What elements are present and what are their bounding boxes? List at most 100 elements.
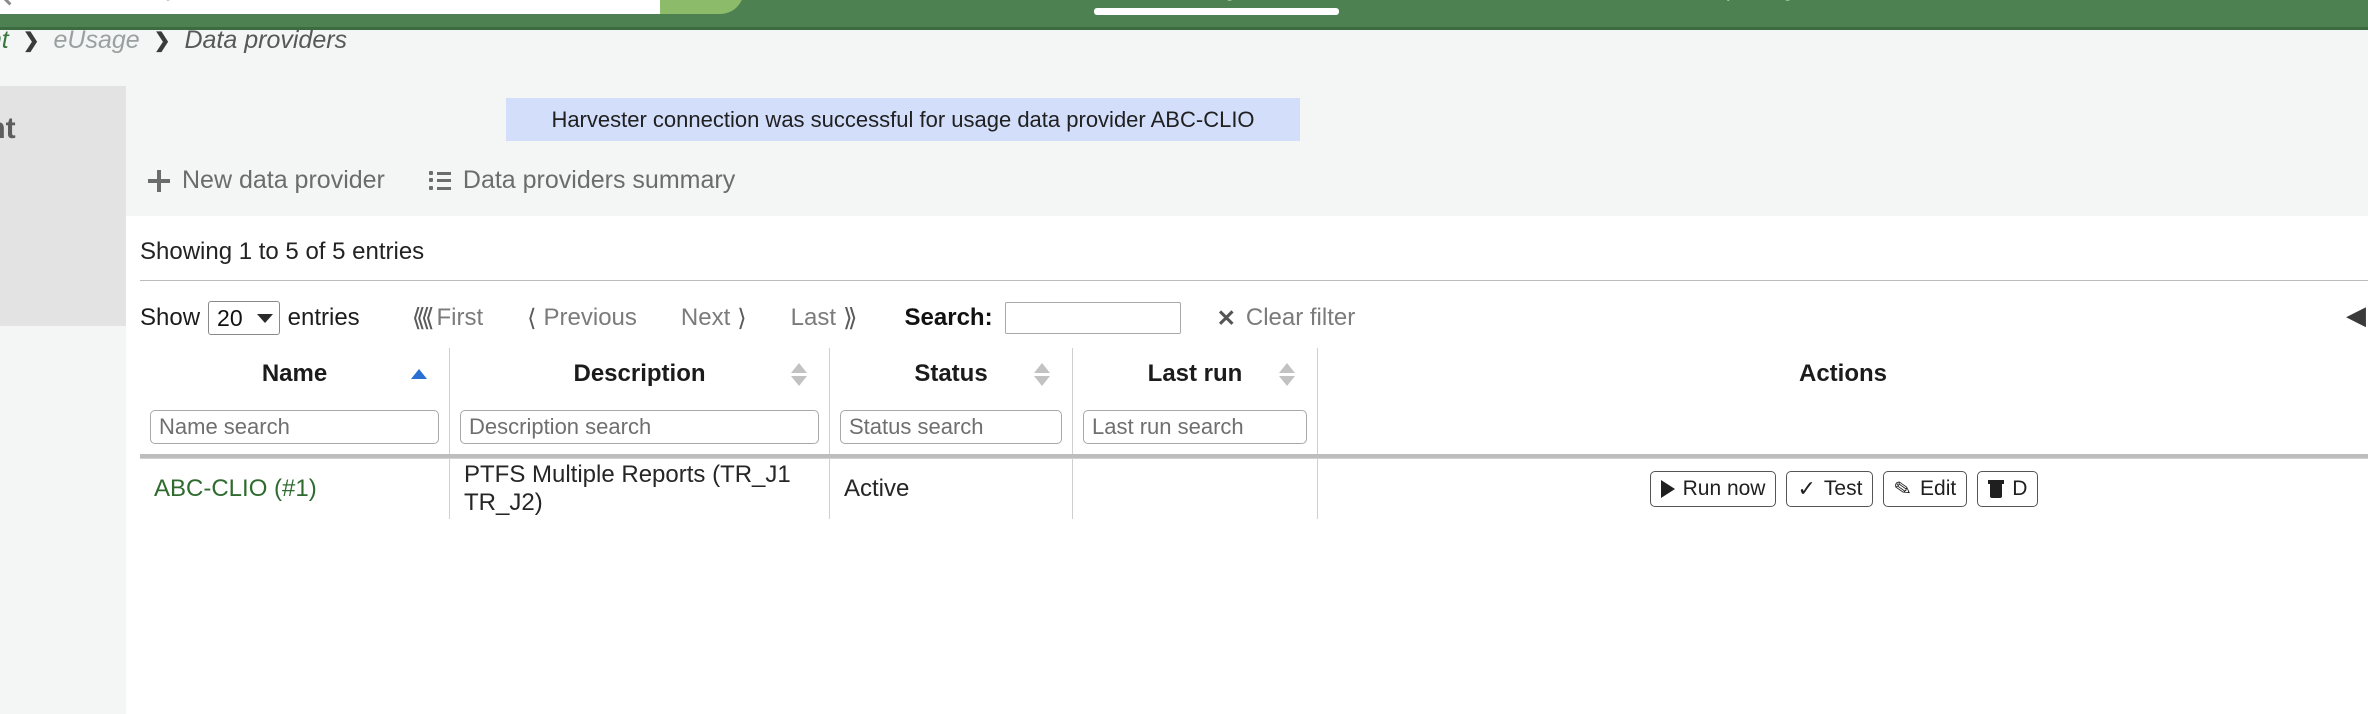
page-root: Enter search keywords Search agreements … xyxy=(0,0,2368,714)
entries-per-page-value: 20 xyxy=(217,305,243,332)
last-run-search-input[interactable] xyxy=(1083,410,1307,444)
nav-item-search-packages[interactable]: Search packages xyxy=(1621,0,1816,2)
table-row: ABC-CLIO (#1) PTFS Multiple Reports (TR_… xyxy=(140,458,2368,519)
data-providers-summary-button[interactable]: Data providers summary xyxy=(429,166,735,195)
edit-label: Edit xyxy=(1920,477,1956,501)
entries-summary: Showing 1 to 5 of 5 entries xyxy=(140,238,424,266)
search-label: Search: xyxy=(905,304,993,332)
trash-icon xyxy=(1988,480,2004,498)
column-header-description[interactable]: Description xyxy=(450,348,830,400)
data-provider-link[interactable]: ABC-CLIO (#1) xyxy=(154,475,317,503)
breadcrumb-item-2: Data providers xyxy=(184,26,347,55)
column-header-status[interactable]: Status xyxy=(830,348,1073,400)
nav-item-label: Search packages xyxy=(1654,0,1816,2)
pagination-first[interactable]: ⟪⟪ First xyxy=(390,303,505,333)
global-search-placeholder: Enter search keywords xyxy=(19,0,233,2)
pagination: ⟪⟪ First ⟨ Previous Next ⟩ Last ⟩⟩ xyxy=(390,303,875,333)
chevron-down-icon xyxy=(257,314,273,323)
entries-label: entries xyxy=(288,304,360,332)
filter-cell-name xyxy=(140,400,450,454)
breadcrumb-item-1[interactable]: eUsage xyxy=(54,26,140,55)
description-search-input[interactable] xyxy=(460,410,819,444)
column-header-name[interactable]: Name xyxy=(140,348,450,400)
cell-name: ABC-CLIO (#1) xyxy=(140,459,450,519)
edit-button[interactable]: ✎ Edit xyxy=(1883,471,1967,507)
pencil-icon: ✎ xyxy=(1893,477,1914,501)
filter-cell-last-run xyxy=(1073,400,1318,454)
chevron-right-icon: ❯ xyxy=(23,28,40,53)
column-header-label: Actions xyxy=(1799,360,1887,388)
table-header-row: Name Description Status Last run Actions xyxy=(140,348,2368,400)
new-data-provider-button[interactable]: New data provider xyxy=(148,166,385,195)
nav-item-label: Search titles xyxy=(1901,0,2017,2)
nav-item-label: Search licences xyxy=(1414,0,1562,2)
entries-per-page-select[interactable]: 20 xyxy=(208,301,280,335)
cell-last-run xyxy=(1073,459,1318,519)
header-nav: Search agreements Search licences Search… xyxy=(1110,0,2016,14)
pagination-next-label: Next xyxy=(681,304,730,332)
pagination-previous[interactable]: ⟨ Previous xyxy=(505,304,659,333)
global-search-shell: Enter search keywords xyxy=(0,0,720,14)
test-button[interactable]: ✓ Test xyxy=(1786,471,1873,507)
nav-item-search-licences[interactable]: Search licences xyxy=(1381,0,1562,2)
filter-cell-status xyxy=(830,400,1073,454)
column-header-label: Status xyxy=(914,360,987,388)
cell-description: PTFS Multiple Reports (TR_J1 TR_J2) xyxy=(450,459,830,519)
toolbar: New data provider Data providers summary xyxy=(148,166,735,195)
column-header-actions: Actions xyxy=(1318,348,2368,400)
chevron-right-icon: ⟩ xyxy=(737,304,746,333)
pagination-first-label: First xyxy=(437,304,484,332)
breadcrumb: ent ❯ eUsage ❯ Data providers xyxy=(0,26,347,55)
status-banner: Harvester connection was successful for … xyxy=(506,98,1300,141)
pagination-next[interactable]: Next ⟩ xyxy=(659,304,769,333)
test-label: Test xyxy=(1824,477,1863,501)
search-input[interactable] xyxy=(1005,302,1181,334)
double-chevron-right-icon: ⟩⟩ xyxy=(843,303,853,333)
list-icon xyxy=(429,172,451,190)
column-header-last-run[interactable]: Last run xyxy=(1073,348,1318,400)
play-icon xyxy=(1661,480,1675,498)
sort-indicator-icon[interactable] xyxy=(791,363,807,386)
clear-filter-button[interactable]: ✕ Clear filter xyxy=(1217,304,1356,332)
cell-actions: Run now ✓ Test ✎ Edit D xyxy=(1318,459,2368,519)
new-data-provider-label: New data provider xyxy=(182,166,385,195)
double-chevron-left-icon: ⟪⟪ xyxy=(412,303,430,333)
close-icon: ✕ xyxy=(1217,305,1236,332)
nav-item-label: Search agreements xyxy=(1140,0,1323,2)
run-now-button[interactable]: Run now xyxy=(1650,471,1777,507)
search-submit-button[interactable] xyxy=(660,0,744,14)
delete-label: D xyxy=(2012,477,2027,501)
app-header: Enter search keywords Search agreements … xyxy=(0,0,2368,30)
table-controls: Show 20 entries ⟪⟪ First ⟨ Previous Next… xyxy=(140,292,1355,344)
pagination-previous-label: Previous xyxy=(544,304,637,332)
breadcrumb-item-0[interactable]: ent xyxy=(0,26,9,55)
sidebar-title: ment xyxy=(0,112,16,146)
delete-button[interactable]: D xyxy=(1977,471,2038,507)
sidebar: ment xyxy=(0,86,126,326)
divider xyxy=(140,280,2368,281)
chevron-left-icon: ⟨ xyxy=(527,304,536,333)
sort-indicator-ascending[interactable] xyxy=(411,369,427,379)
nav-item-search-titles[interactable]: ↯ Search titles xyxy=(1874,0,2016,2)
column-header-label: Last run xyxy=(1148,360,1243,388)
sort-indicator-icon[interactable] xyxy=(1279,363,1295,386)
chevron-right-icon: ❯ xyxy=(154,28,171,53)
column-header-label: Description xyxy=(573,360,705,388)
table-search: Search: xyxy=(905,302,1181,334)
run-now-label: Run now xyxy=(1683,477,1766,501)
show-label: Show xyxy=(140,304,200,332)
data-providers-table: Name Description Status Last run Actions xyxy=(140,348,2368,519)
pagination-last-label: Last xyxy=(791,304,836,332)
global-search-input[interactable]: Enter search keywords xyxy=(0,0,233,14)
nav-item-search-agreements[interactable]: Search agreements xyxy=(1110,0,1323,2)
status-search-input[interactable] xyxy=(840,410,1062,444)
pagination-last[interactable]: Last ⟩⟩ xyxy=(769,303,875,333)
name-search-input[interactable] xyxy=(150,410,439,444)
scroll-left-arrow-icon[interactable]: ◀ xyxy=(2346,300,2366,331)
table-filter-row xyxy=(140,400,2368,454)
sort-indicator-icon[interactable] xyxy=(1034,363,1050,386)
filter-cell-actions xyxy=(1318,400,2368,454)
check-icon: ✓ xyxy=(1797,478,1815,500)
filter-cell-description xyxy=(450,400,830,454)
clear-filter-label: Clear filter xyxy=(1246,304,1355,332)
